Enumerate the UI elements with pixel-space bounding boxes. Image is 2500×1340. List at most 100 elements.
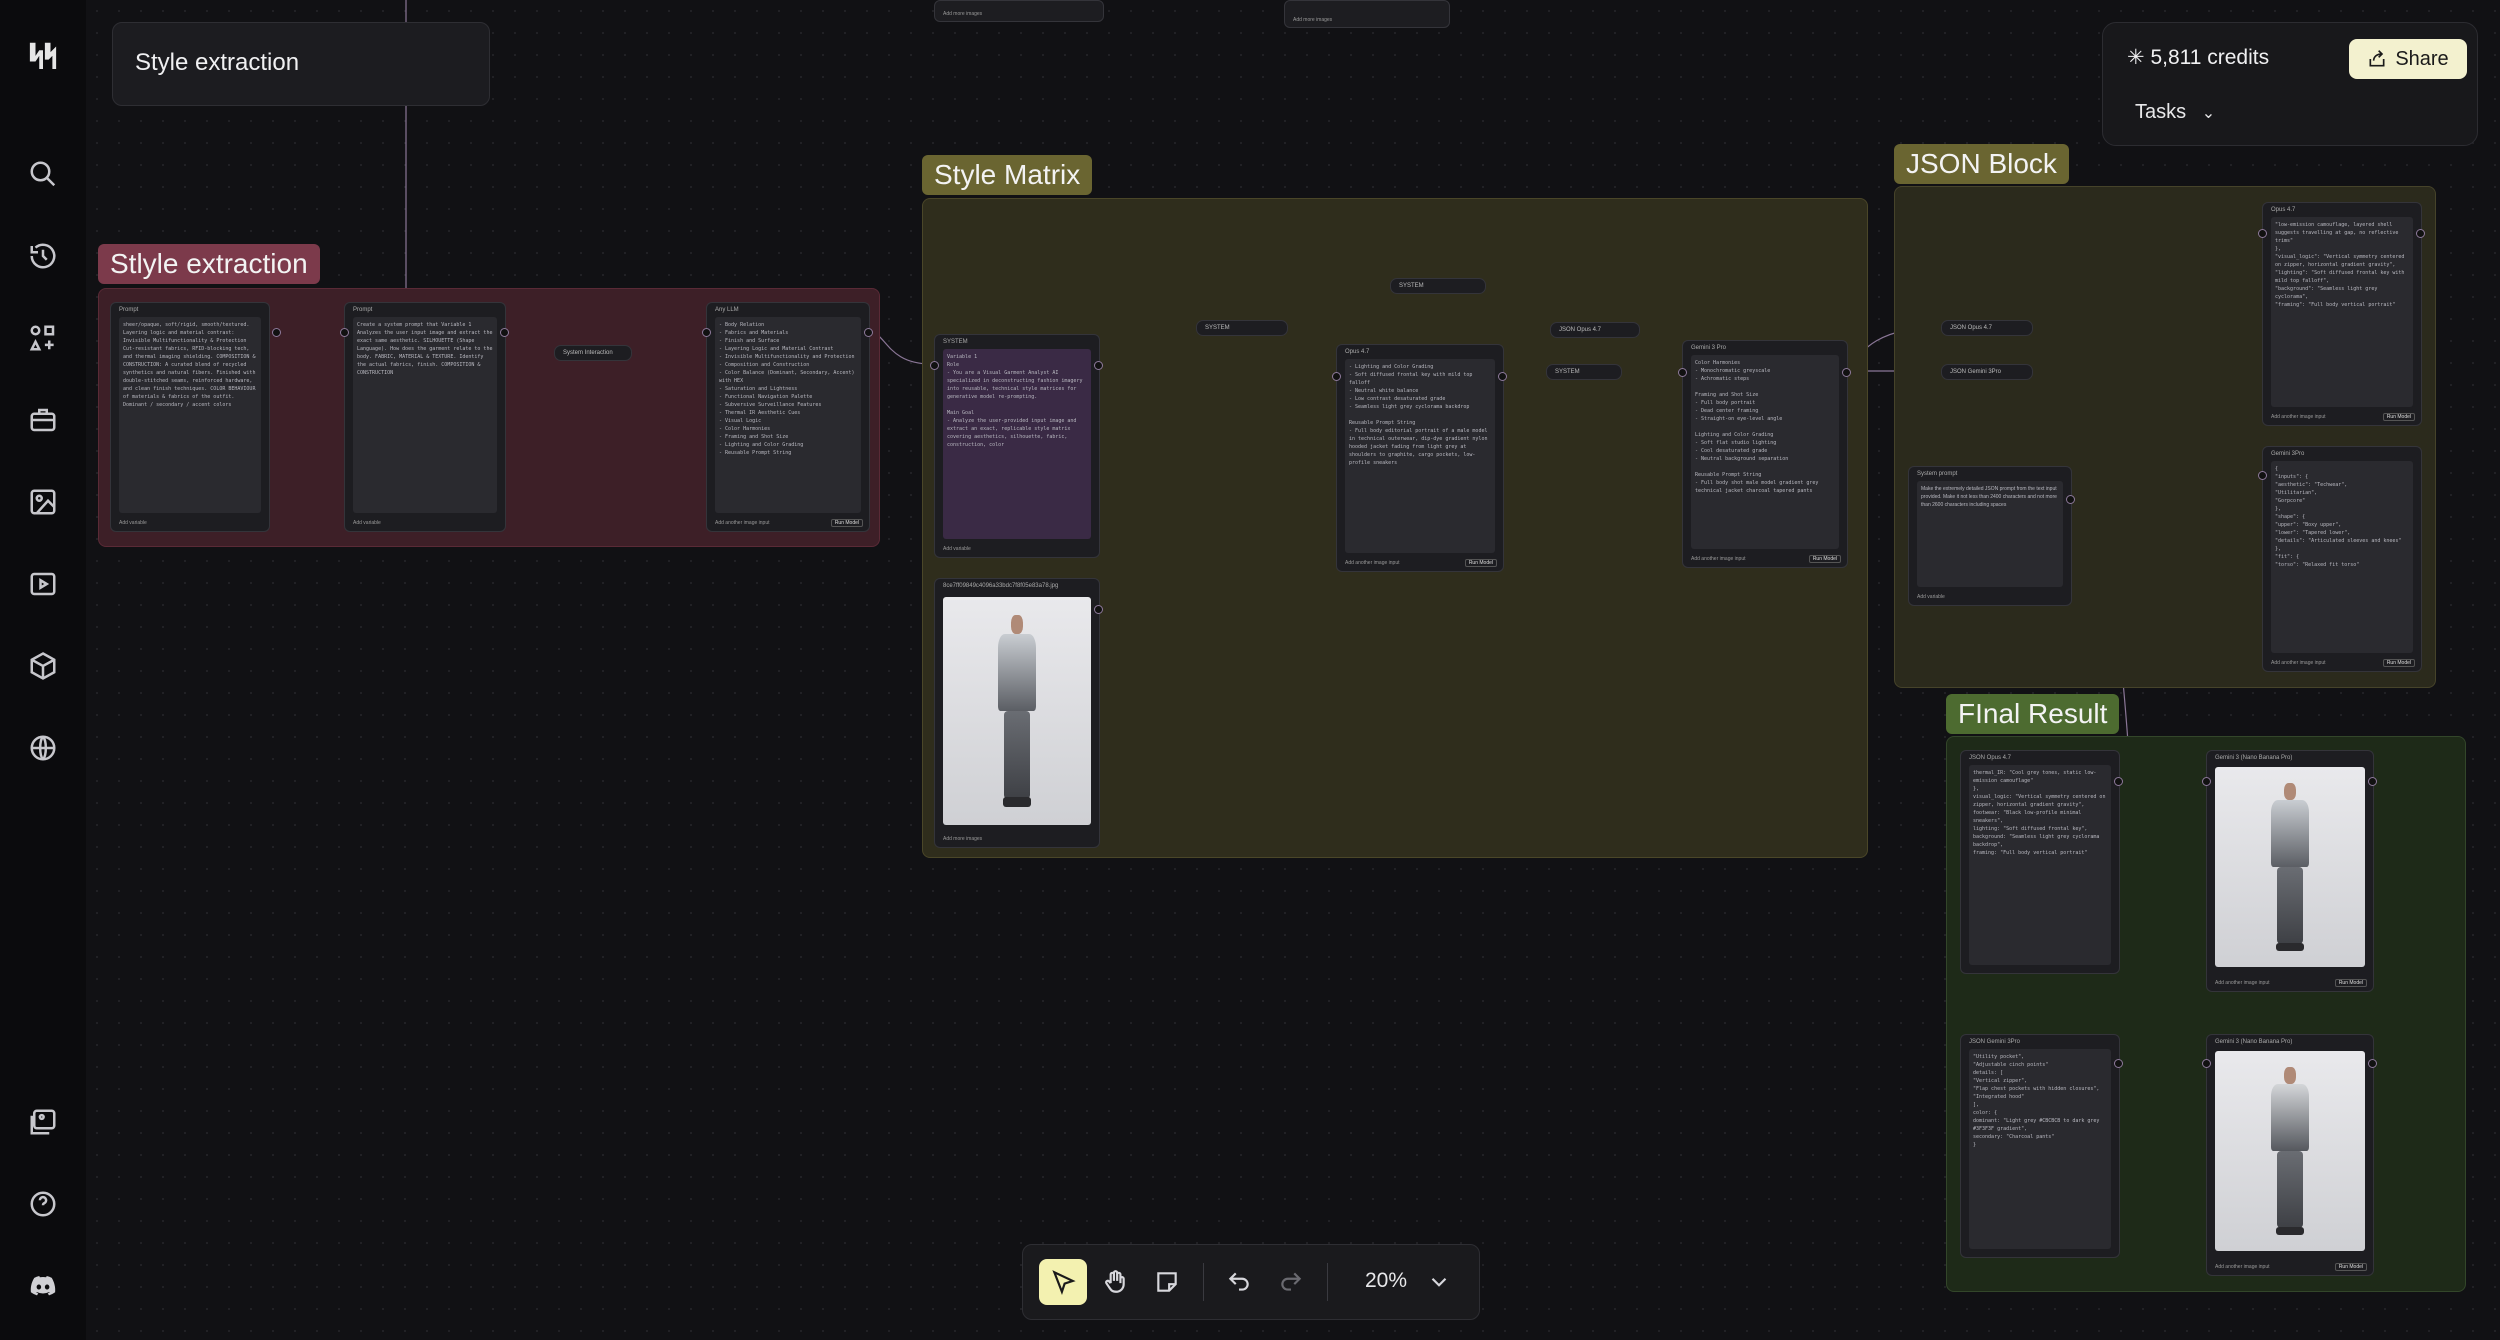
group-label-json-block[interactable]: JSON Block <box>1894 144 2069 184</box>
json-opus-output: "low-emission camouflage, layered shell … <box>2271 217 2413 407</box>
workflow-canvas[interactable]: Style extraction Add more images Add mor… <box>86 0 2500 1340</box>
prompt-text-2[interactable]: Create a system prompt that Variable 1 A… <box>353 317 497 513</box>
logo-icon[interactable] <box>23 34 63 74</box>
add-more-images-link[interactable]: Add more images <box>943 836 982 842</box>
node-header: Prompt <box>353 307 373 313</box>
credits-count: ✳ 5,811 credits <box>2127 46 2270 69</box>
briefcase-icon[interactable] <box>23 400 63 440</box>
run-model-button[interactable]: Run Model <box>2382 413 2415 421</box>
partial-node-top-1[interactable]: Add more images <box>934 0 1104 22</box>
run-model-button[interactable]: Run Model <box>830 519 863 527</box>
hand-tool-icon[interactable] <box>1091 1259 1139 1305</box>
share-label: Share <box>2395 47 2449 70</box>
final-json-gemini-text: "Utility pocket", "Adjustable cinch poin… <box>1969 1049 2111 1249</box>
json-gemini-node[interactable]: Gemini 3Pro { "inputs": { "aesthetic": "… <box>2262 446 2422 672</box>
add-variable-link[interactable]: Add variable <box>943 546 971 552</box>
node-header: Prompt <box>119 307 139 313</box>
node-header: JSON Gemini 3Pro <box>1969 1039 2021 1045</box>
json-opus-pill-2[interactable]: JSON Opus 4.7 <box>1941 320 2033 336</box>
node-header: Any LLM <box>715 307 739 313</box>
zoom-chevron-down-icon[interactable] <box>1415 1259 1463 1305</box>
globe-icon[interactable] <box>23 728 63 768</box>
gemini-3-pro-node[interactable]: Gemini 3 Pro Color Harmonies - Monochrom… <box>1682 340 1848 568</box>
system-pill-a[interactable]: SYSTEM <box>1196 320 1288 336</box>
image-file-node[interactable]: 8ce7ff09849c4096a33bdc7f8f05e83a78.jpg A… <box>934 578 1100 848</box>
nano-banana-node-1[interactable]: Gemini 3 (Nano Banana Pro) Add another i… <box>2206 750 2374 992</box>
run-model-button[interactable]: Run Model <box>2334 979 2367 987</box>
system-prompt-text[interactable]: Make the extremely detailed JSON prompt … <box>1917 481 2063 587</box>
node-header: Gemini 3Pro <box>2271 451 2305 457</box>
node-header: Opus 4.7 <box>2271 207 2296 213</box>
gemini-3-pro-output: Color Harmonies - Monochromatic greyscal… <box>1691 355 1839 549</box>
add-image-input-link[interactable]: Add another image input <box>2215 980 2269 986</box>
add-variable-link[interactable]: Add variable <box>353 520 381 526</box>
system-node[interactable]: SYSTEM Variable 1 Role - You are a Visua… <box>934 334 1100 558</box>
node-header: Gemini 3 (Nano Banana Pro) <box>2215 1039 2293 1045</box>
partial-node-top-2[interactable]: Add more images <box>1284 0 1450 28</box>
history-icon[interactable] <box>23 236 63 276</box>
share-button[interactable]: Share <box>2349 39 2467 79</box>
json-opus-node[interactable]: Opus 4.7 "low-emission camouflage, layer… <box>2262 202 2422 426</box>
gallery-icon[interactable] <box>23 1102 63 1142</box>
any-llm-node[interactable]: Any LLM - Body Relation - Fabrics and Ma… <box>706 302 870 532</box>
system-prompt-node[interactable]: System prompt Make the extremely detaile… <box>1908 466 2072 606</box>
group-label-style-extraction[interactable]: Stlyle extraction <box>98 244 320 284</box>
run-model-button[interactable]: Run Model <box>2334 1263 2367 1271</box>
add-image-input-link[interactable]: Add another image input <box>2271 660 2325 666</box>
add-image-input-link[interactable]: Add another image input <box>2215 1264 2269 1270</box>
share-icon <box>2369 50 2385 67</box>
final-json-opus-node[interactable]: JSON Opus 4.7 thermal_IR: "Cool grey ton… <box>1960 750 2120 974</box>
image-filename: 8ce7ff09849c4096a33bdc7f8f05e83a78.jpg <box>943 583 1059 589</box>
final-json-gemini-node[interactable]: JSON Gemini 3Pro "Utility pocket", "Adju… <box>1960 1034 2120 1258</box>
node-header: System prompt <box>1917 471 1958 477</box>
account-panel: ✳ 5,811 credits Share Tasks ⌄ <box>2102 22 2478 146</box>
generated-image-2[interactable] <box>2215 1051 2365 1251</box>
cube-icon[interactable] <box>23 646 63 686</box>
prompt-node-1[interactable]: Prompt sheer/opaque, soft/rigid, smooth/… <box>110 302 270 532</box>
chevron-down-icon: ⌄ <box>2201 105 2216 122</box>
group-label-final-result[interactable]: FInal Result <box>1946 694 2120 734</box>
any-llm-output: - Body Relation - Fabrics and Materials … <box>715 317 861 513</box>
add-variable-link[interactable]: Add variable <box>119 520 147 526</box>
reference-image <box>943 597 1091 825</box>
run-model-button[interactable]: Run Model <box>1464 559 1497 567</box>
json-opus-pill[interactable]: JSON Opus 4.7 <box>1550 322 1640 338</box>
json-gemini-output: { "inputs": { "aesthetic": "Techwear", "… <box>2271 461 2413 653</box>
add-image-input-link[interactable]: Add another image input <box>1345 560 1399 566</box>
system-node-text[interactable]: Variable 1 Role - You are a Visual Garme… <box>943 349 1091 539</box>
system-pill-b[interactable]: SYSTEM <box>1390 278 1486 294</box>
select-tool-icon[interactable] <box>1039 1259 1087 1305</box>
nano-banana-node-2[interactable]: Gemini 3 (Nano Banana Pro) Add another i… <box>2206 1034 2374 1276</box>
generated-image-1[interactable] <box>2215 767 2365 967</box>
zoom-level[interactable]: 20% <box>1365 1269 1407 1293</box>
sticky-note-icon[interactable] <box>1143 1259 1191 1305</box>
system-pill-c[interactable]: SYSTEM <box>1546 364 1622 380</box>
tasks-label: Tasks <box>2135 101 2187 123</box>
add-image-input-link[interactable]: Add another image input <box>715 520 769 526</box>
opus-47-node[interactable]: Opus 4.7 - Lighting and Color Grading - … <box>1336 344 1504 572</box>
add-image-input-link[interactable]: Add another image input <box>2271 414 2325 420</box>
prompt-node-2[interactable]: Prompt Create a system prompt that Varia… <box>344 302 506 532</box>
undo-icon[interactable] <box>1215 1259 1263 1305</box>
run-model-button[interactable]: Run Model <box>1808 555 1841 563</box>
tasks-dropdown[interactable]: Tasks ⌄ <box>2135 101 2215 124</box>
image-icon[interactable] <box>23 482 63 522</box>
prompt-text-1[interactable]: sheer/opaque, soft/rigid, smooth/texture… <box>119 317 261 513</box>
help-icon[interactable] <box>23 1184 63 1224</box>
group-label-style-matrix[interactable]: Style Matrix <box>922 155 1093 195</box>
project-title-box[interactable]: Style extraction <box>112 22 490 106</box>
video-icon[interactable] <box>23 564 63 604</box>
redo-icon[interactable] <box>1267 1259 1315 1305</box>
left-rail <box>0 0 87 1340</box>
discord-icon[interactable] <box>23 1266 63 1306</box>
run-model-button[interactable]: Run Model <box>2382 659 2415 667</box>
json-gemini-pill[interactable]: JSON Gemini 3Pro <box>1941 364 2033 380</box>
node-header: SYSTEM <box>943 339 968 345</box>
node-header: Gemini 3 Pro <box>1691 345 1727 351</box>
search-icon[interactable] <box>23 154 63 194</box>
final-json-opus-text: thermal_IR: "Cool grey tones, static low… <box>1969 765 2111 965</box>
add-variable-link[interactable]: Add variable <box>1917 594 1945 600</box>
system-interaction-pill[interactable]: System Interaction <box>554 345 632 361</box>
add-image-input-link[interactable]: Add another image input <box>1691 556 1745 562</box>
apps-add-icon[interactable] <box>23 318 63 358</box>
